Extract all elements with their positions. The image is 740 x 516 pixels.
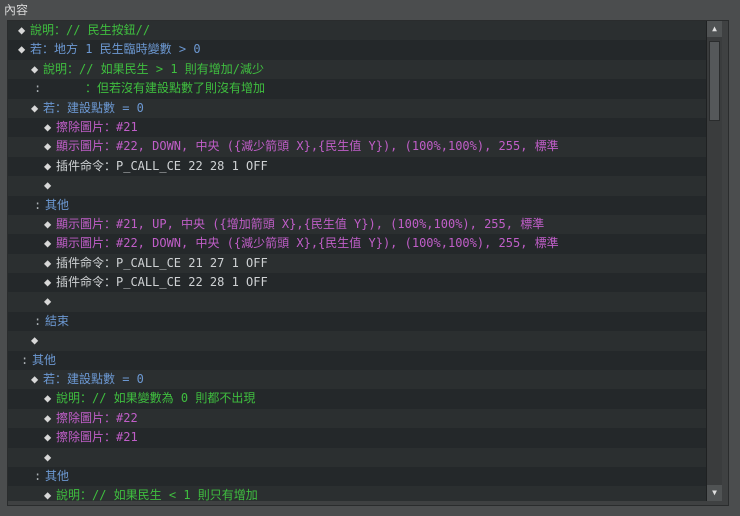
diamond-icon: ◆ <box>31 61 39 76</box>
command-row[interactable]: ◆ 若：建設點數 = 0 <box>8 98 706 118</box>
command-text: 其他 <box>45 197 70 212</box>
command-row[interactable]: ◆ <box>8 331 706 351</box>
diamond-icon: ◆ <box>44 178 52 193</box>
diamond-icon: ◆ <box>44 236 52 251</box>
diamond-icon: ◆ <box>31 372 39 387</box>
diamond-icon: ◆ <box>44 488 52 501</box>
command-text: 說明：// 如果民生 > 1 則有增加/減少 <box>43 61 265 76</box>
command-row[interactable]: : 其他 <box>8 350 706 371</box>
diamond-icon: ◆ <box>44 275 52 290</box>
command-row[interactable]: : 其他 <box>8 195 706 215</box>
diamond-icon: ◆ <box>44 391 52 406</box>
command-row[interactable]: : 結束 <box>8 311 706 332</box>
diamond-icon: ◆ <box>44 255 52 270</box>
command-row[interactable]: ◆ 顯示圖片：#21, UP, 中央 ({增加箭頭 X},{民生值 Y}), (1… <box>8 214 706 235</box>
diamond-icon: ◆ <box>44 410 52 425</box>
colon-marker: : <box>34 313 42 328</box>
command-row[interactable]: : 其他 <box>8 466 706 487</box>
command-row[interactable]: ◆ 插件命令：P_CALL_CE 21 27 1 OFF <box>8 253 706 274</box>
diamond-icon: ◆ <box>44 119 52 134</box>
command-text: 說明：// 如果變數為 0 則都不出現 <box>56 391 256 406</box>
diamond-icon: ◆ <box>44 449 52 464</box>
command-row[interactable]: ◆ 插件命令：P_CALL_CE 22 28 1 OFF <box>8 273 706 293</box>
command-text: 擦除圖片：#22 <box>56 410 138 425</box>
command-text: 其他 <box>32 352 57 367</box>
command-text: 若：建設點數 = 0 <box>43 100 144 115</box>
command-row[interactable]: ◆ 擦除圖片：#22 <box>8 408 706 429</box>
diamond-icon: ◆ <box>18 42 26 57</box>
diamond-icon: ◆ <box>31 333 39 348</box>
command-row[interactable]: ◆ 擦除圖片：#21 <box>8 428 706 448</box>
colon-marker: : <box>34 197 42 212</box>
command-text: 說明：// 如果民生 < 1 則只有增加 <box>56 488 258 501</box>
command-text: 擦除圖片：#21 <box>56 119 138 134</box>
vertical-scrollbar[interactable]: ▲ ▼ <box>706 21 722 501</box>
scroll-down-icon[interactable]: ▼ <box>707 485 722 501</box>
diamond-icon: ◆ <box>44 216 52 231</box>
colon-marker: : <box>34 468 42 483</box>
command-text: 結束 <box>45 313 70 328</box>
command-row[interactable]: ◆ 插件命令：P_CALL_CE 22 28 1 OFF <box>8 156 706 177</box>
command-row[interactable]: : ：但若沒有建設點數了則沒有增加 <box>8 79 706 99</box>
diamond-icon: ◆ <box>44 430 52 445</box>
command-text: 說明：// 民生按鈕// <box>30 23 151 37</box>
command-text: 顯示圖片：#22, DOWN, 中央 ({減少箭頭 X},{民生值 Y}), (… <box>56 139 559 154</box>
command-row[interactable]: ◆ 若：地方 1 民生臨時變數 > 0 <box>8 40 706 60</box>
diamond-icon: ◆ <box>44 139 52 154</box>
diamond-icon: ◆ <box>31 100 39 115</box>
command-text: 擦除圖片：#21 <box>56 430 138 445</box>
command-text: 顯示圖片：#22, DOWN, 中央 ({減少箭頭 X},{民生值 Y}), (… <box>56 236 559 251</box>
command-text: 若：地方 1 民生臨時變數 > 0 <box>30 42 201 57</box>
command-text: 若：建設點數 = 0 <box>43 372 144 387</box>
command-row[interactable]: ◆ 擦除圖片：#21 <box>8 117 706 138</box>
colon-marker: : <box>21 352 29 367</box>
command-text: ：但若沒有建設點數了則沒有增加 <box>85 81 266 96</box>
command-row[interactable]: ◆ 說明：// 民生按鈕// <box>8 21 706 41</box>
event-command-list[interactable]: ◆ 說明：// 民生按鈕// ◆ 若：地方 1 民生臨時變數 > 0 ◆ 說明：// 如果… <box>8 21 706 501</box>
diamond-icon: ◆ <box>18 23 26 37</box>
command-row[interactable]: ◆ 說明：// 如果變數為 0 則都不出現 <box>8 389 706 409</box>
command-text: 顯示圖片：#21, UP, 中央 ({增加箭頭 X},{民生值 Y}), (10… <box>56 216 545 231</box>
command-row[interactable]: ◆ 若：建設點數 = 0 <box>8 370 706 390</box>
command-text: 插件命令：P_CALL_CE 21 27 1 OFF <box>56 255 268 270</box>
command-row[interactable]: ◆ 說明：// 如果民生 < 1 則只有增加 <box>8 486 706 501</box>
diamond-icon: ◆ <box>44 158 52 173</box>
command-text: 插件命令：P_CALL_CE 22 28 1 OFF <box>56 275 268 290</box>
command-text: 插件命令：P_CALL_CE 22 28 1 OFF <box>56 158 268 173</box>
diamond-icon: ◆ <box>44 294 52 309</box>
command-row[interactable]: ◆ 說明：// 如果民生 > 1 則有增加/減少 <box>8 59 706 80</box>
panel-title: 內容 <box>4 3 29 17</box>
colon-marker: : <box>34 81 42 96</box>
command-text: 其他 <box>45 468 70 483</box>
scroll-up-icon[interactable]: ▲ <box>707 21 722 37</box>
command-row[interactable]: ◆ <box>8 176 706 196</box>
command-row[interactable]: ◆ 顯示圖片：#22, DOWN, 中央 ({減少箭頭 X},{民生值 Y}), … <box>8 234 706 254</box>
command-row[interactable]: ◆ 顯示圖片：#22, DOWN, 中央 ({減少箭頭 X},{民生值 Y}), … <box>8 137 706 157</box>
command-row[interactable]: ◆ <box>8 447 706 467</box>
command-row[interactable]: ◆ <box>8 292 706 312</box>
scrollbar-thumb[interactable] <box>709 41 720 121</box>
